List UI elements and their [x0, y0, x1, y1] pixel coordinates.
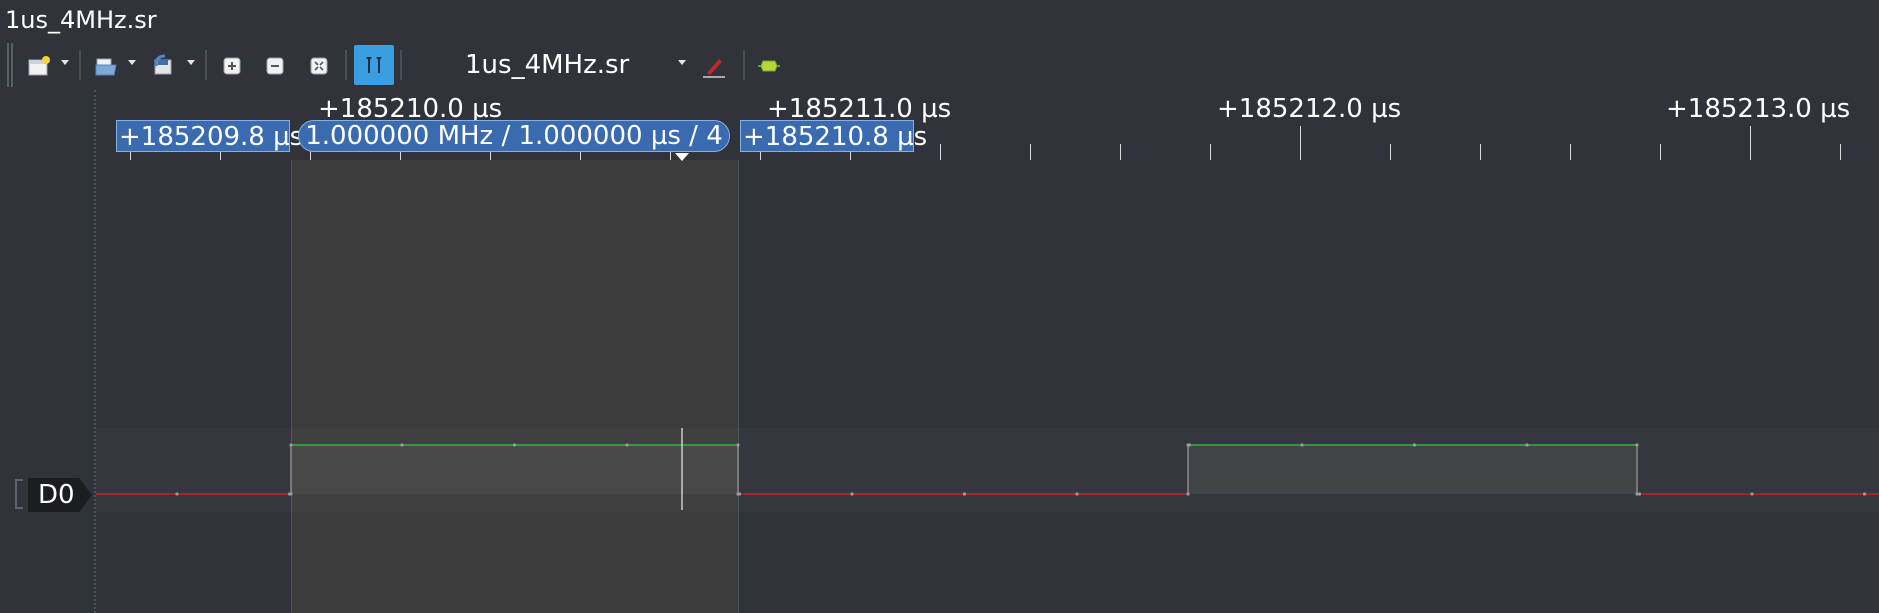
edge-dot: [1635, 443, 1639, 447]
sample-dot: [1862, 492, 1867, 496]
edge-dot: [289, 492, 293, 496]
edge-dot: [1186, 492, 1190, 496]
edge-dot: [1186, 443, 1190, 447]
sample-dot: [1525, 443, 1529, 447]
edge-dot: [736, 443, 740, 447]
sample-dot: [850, 492, 854, 496]
high-pulse-fill: [291, 445, 738, 494]
sample-dot: [175, 492, 179, 496]
edge-dot: [736, 492, 740, 496]
high-pulse-fill: [1188, 445, 1637, 494]
sample-dot: [512, 443, 517, 447]
sample-dot: [1412, 443, 1417, 447]
sample-dot: [962, 492, 967, 496]
d0-waveform: [96, 428, 1879, 510]
sample-dot: [1300, 443, 1304, 447]
sample-dot: [1075, 492, 1079, 496]
sample-dot: [625, 443, 629, 447]
edge-dot: [1635, 492, 1639, 496]
channel-label[interactable]: D0: [28, 478, 92, 512]
channel-bracket[interactable]: [15, 479, 23, 509]
sample-dot: [1750, 492, 1754, 496]
edge-dot: [289, 443, 293, 447]
sample-dot: [400, 443, 404, 447]
